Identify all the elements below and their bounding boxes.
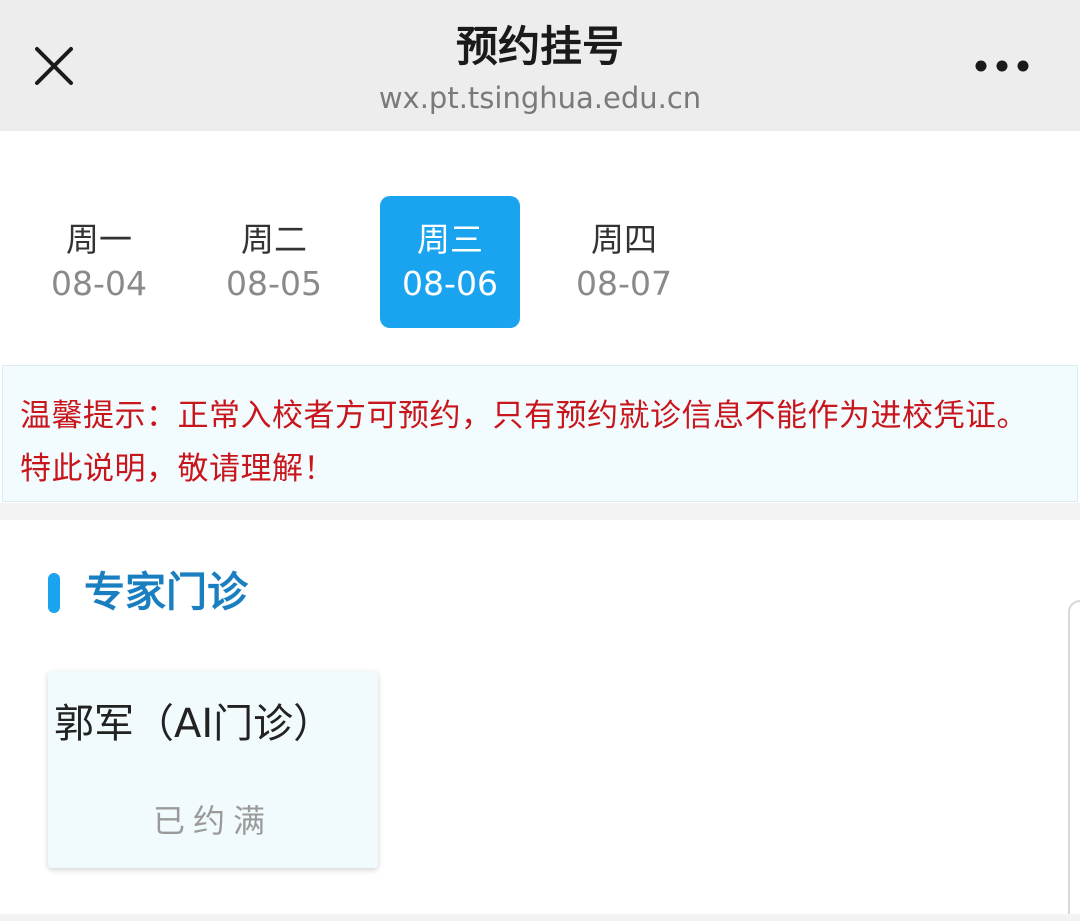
doctor-name: 郭军（AI门诊）: [54, 701, 334, 747]
side-panel-edge: [1068, 600, 1080, 921]
page-title: 预约挂号: [455, 22, 624, 71]
date-weekday: 周一: [66, 220, 132, 259]
date-tab-thu[interactable]: 周四 08-07: [554, 196, 694, 328]
close-icon: [35, 47, 73, 85]
page-url: wx.pt.tsinghua.edu.cn: [378, 81, 702, 115]
date-value: 08-04: [51, 264, 147, 303]
date-value: 08-05: [226, 264, 322, 303]
date-selector: 周一 08-04 周二 08-05 周三 08-06 周四 08-07: [0, 131, 1080, 365]
notice-box: 温馨提示：正常入校者方可预约，只有预约就诊信息不能作为进校凭证。特此说明，敬请理…: [2, 365, 1078, 502]
more-dots-icon: [975, 60, 1029, 72]
date-weekday: 周四: [591, 220, 657, 259]
section-marker: [48, 573, 60, 613]
doctor-status: 已约满: [152, 802, 273, 840]
date-value: 08-07: [576, 264, 672, 303]
date-value: 08-06: [402, 264, 498, 303]
section-title: 专家门诊: [84, 568, 248, 616]
close-button[interactable]: [24, 36, 84, 96]
title-bar: 预约挂号 wx.pt.tsinghua.edu.cn: [0, 0, 1080, 131]
date-weekday: 周二: [241, 220, 307, 259]
date-tab-tue[interactable]: 周二 08-05: [204, 196, 344, 328]
section-divider: [0, 503, 1080, 520]
date-tab-mon[interactable]: 周一 08-04: [29, 196, 169, 328]
bottom-divider: [0, 914, 1080, 921]
date-weekday: 周三: [417, 220, 483, 259]
notice-text: 温馨提示：正常入校者方可预约，只有预约就诊信息不能作为进校凭证。特此说明，敬请理…: [20, 398, 1028, 487]
doctor-card[interactable]: 郭军（AI门诊） 已约满: [48, 671, 378, 868]
date-tab-wed[interactable]: 周三 08-06: [380, 196, 520, 328]
more-button[interactable]: [962, 44, 1042, 88]
title-group: 预约挂号 wx.pt.tsinghua.edu.cn: [240, 18, 840, 118]
